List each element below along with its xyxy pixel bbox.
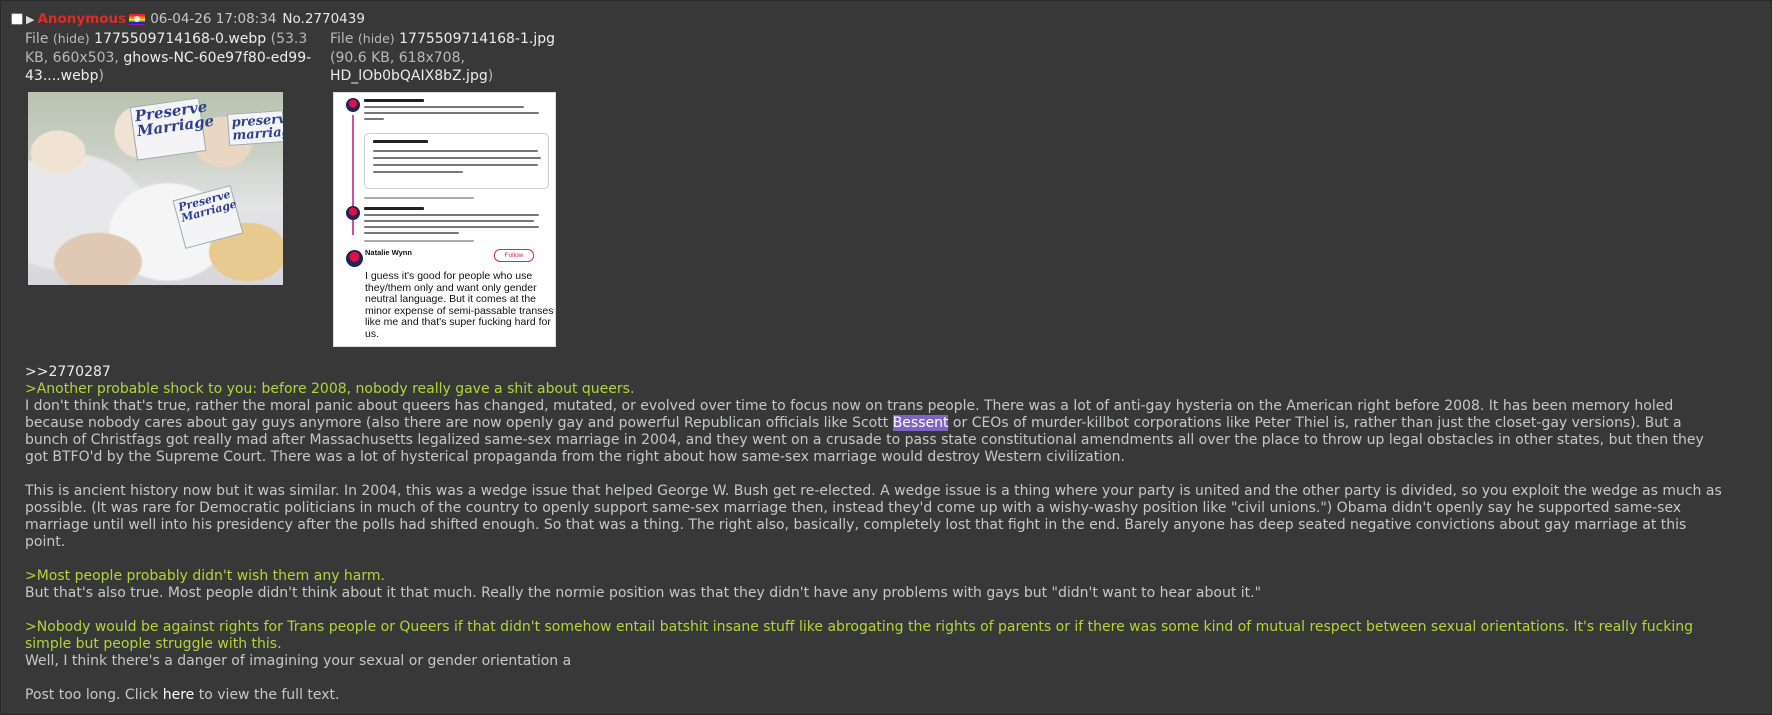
post-number-link[interactable]: No.2770439 bbox=[282, 11, 365, 27]
post-paragraph: But that's also true. Most people didn't… bbox=[25, 585, 1262, 601]
highlighted-text: Bessent bbox=[892, 415, 949, 431]
greentext-quote: >Nobody would be against rights for Tran… bbox=[25, 619, 1694, 652]
tweet-follow-button: Follow bbox=[494, 249, 534, 262]
post-select-checkbox[interactable] bbox=[11, 13, 23, 25]
tweet-name-line bbox=[373, 140, 428, 143]
post-menu-icon[interactable]: ▶ bbox=[26, 13, 34, 26]
file-name-link[interactable]: 1775509714168-1.jpg bbox=[399, 31, 555, 47]
tweet-actions bbox=[364, 197, 474, 199]
post-too-long-notice: Post too long. Click here to view the fu… bbox=[25, 687, 1725, 704]
protest-sign: Preserve Marriage bbox=[129, 97, 215, 161]
tweet-text-line bbox=[364, 214, 539, 216]
tweet-text-line bbox=[364, 112, 539, 114]
quote-link[interactable]: >>2770287 bbox=[25, 364, 111, 380]
notice-text: to view the full text. bbox=[194, 687, 340, 703]
tweet-text-line bbox=[364, 118, 384, 120]
thumbnail-image-2[interactable]: Natalie Wynn Follow I guess it's good fo… bbox=[333, 92, 556, 347]
post-body: >>2770287 >Another probable shock to you… bbox=[25, 364, 1725, 704]
post-paragraph: I don't think that's true, rather the mo… bbox=[25, 398, 1725, 466]
hide-file-link[interactable]: (hide) bbox=[53, 31, 90, 46]
tweet-text-line bbox=[373, 171, 463, 173]
view-full-text-link[interactable]: here bbox=[163, 687, 195, 703]
post-header: ▶ Anonymous 06-04-26 17:08:34 No.2770439 bbox=[11, 10, 365, 28]
tweet-actions bbox=[364, 240, 474, 242]
tweet-text-line bbox=[373, 150, 538, 152]
post-paragraph: This is ancient history now but it was s… bbox=[25, 483, 1722, 550]
tweet-text-line bbox=[373, 157, 541, 159]
file-meta-close: ) bbox=[487, 68, 494, 84]
file-meta: (90.6 KB, 618x708, bbox=[330, 49, 465, 66]
tweet-text-line bbox=[364, 226, 539, 228]
tweet-text-line bbox=[364, 232, 459, 234]
hide-file-link[interactable]: (hide) bbox=[358, 31, 395, 46]
post-paragraph: Well, I think there's a danger of imagin… bbox=[25, 653, 572, 669]
pride-flag-icon bbox=[129, 13, 146, 25]
greentext-quote: >Another probable shock to you: before 2… bbox=[25, 381, 635, 397]
file-label: File bbox=[330, 31, 354, 47]
tweet-author: Natalie Wynn bbox=[365, 248, 412, 257]
tweet-name-line bbox=[364, 99, 424, 102]
protest-sign: preserve marriage bbox=[226, 110, 283, 146]
poster-name: Anonymous bbox=[37, 11, 127, 27]
file-name-link[interactable]: 1775509714168-0.webp bbox=[94, 31, 266, 47]
quoted-tweet bbox=[364, 133, 549, 189]
tweet-name-line bbox=[364, 207, 424, 210]
post-container: ▶ Anonymous 06-04-26 17:08:34 No.2770439… bbox=[0, 0, 1772, 715]
greentext-quote: >Most people probably didn't wish them a… bbox=[25, 568, 385, 584]
post-date: 06-04-26 17:08:34 bbox=[150, 11, 277, 27]
file-label: File bbox=[25, 31, 49, 47]
file-meta-close: ) bbox=[98, 68, 104, 84]
tweet-text: I guess it's good for people who use the… bbox=[365, 270, 554, 340]
avatar bbox=[346, 206, 360, 220]
tweet-text-line bbox=[364, 220, 534, 222]
file-info-2: File (hide) 1775509714168-1.jpg (90.6 KB… bbox=[330, 30, 580, 86]
notice-text: Post too long. Click bbox=[25, 687, 163, 703]
file-original-name[interactable]: HD_lOb0bQAIX8bZ.jpg bbox=[330, 68, 488, 84]
avatar bbox=[346, 250, 363, 267]
tweet-text-line bbox=[373, 164, 538, 166]
avatar bbox=[346, 98, 360, 112]
tweet-text-line bbox=[364, 106, 524, 108]
thumbnail-image-1[interactable]: Preserve Marriage preserve marriage Pres… bbox=[28, 92, 283, 285]
file-info-1: File (hide) 1775509714168-0.webp (53.3 K… bbox=[25, 30, 317, 86]
